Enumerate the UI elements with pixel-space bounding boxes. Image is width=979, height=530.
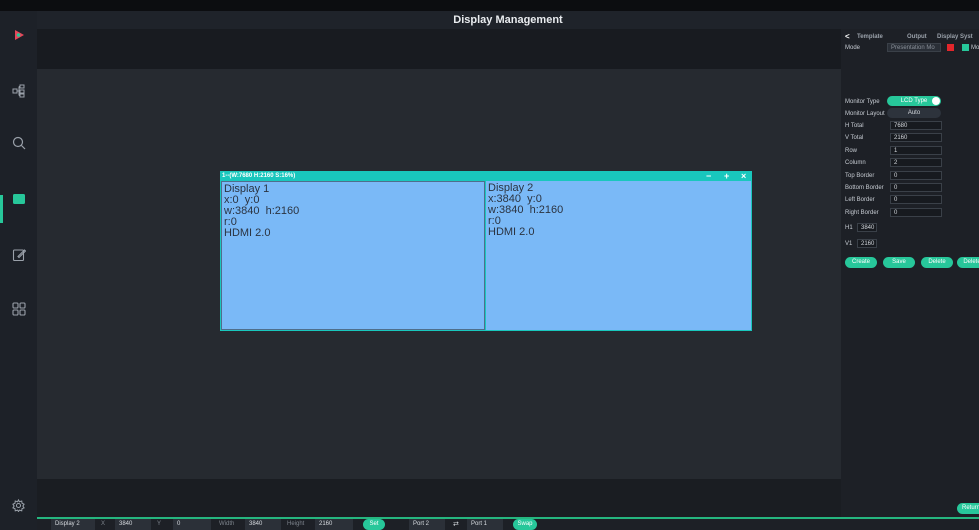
tab-template[interactable]: Template xyxy=(857,31,883,43)
set-button[interactable]: Set xyxy=(363,519,385,530)
v-total-input[interactable]: 2160 xyxy=(890,133,942,142)
width-label: Width xyxy=(219,521,235,527)
grid-icon[interactable] xyxy=(0,301,37,317)
tab-bar: < Template Output Display Syst xyxy=(841,31,979,43)
page-title: Display Management xyxy=(37,11,979,29)
column-input[interactable]: 2 xyxy=(890,158,942,167)
checkbox-icon[interactable] xyxy=(962,44,969,51)
field-label: Bottom Border xyxy=(845,185,884,191)
mo-label: Mo xyxy=(971,45,979,51)
lower-band xyxy=(37,479,841,517)
display-2-tile[interactable]: Display 2 x:3840 y:0 w:3840 h:2160 r:0 H… xyxy=(486,181,751,330)
monitor-layout-label: Monitor Layout xyxy=(845,111,885,117)
display-size: w:3840 h:2160 xyxy=(488,204,564,216)
field-label: Left Border xyxy=(845,197,875,203)
display-name: Display 1 xyxy=(224,183,270,195)
display-1-tile[interactable]: Display 1 x:0 y:0 w:3840 h:2160 r:0 HDMI… xyxy=(221,181,485,330)
swap-arrows-icon: ⇄ xyxy=(453,521,459,528)
field-label: Column xyxy=(845,160,866,166)
y-input[interactable]: 0 xyxy=(173,519,211,530)
display-icon[interactable] xyxy=(0,191,37,207)
monitor-type-value: LCD Type xyxy=(900,98,928,104)
top-border-input[interactable]: 0 xyxy=(890,171,942,180)
display-select[interactable]: Display 2 xyxy=(51,519,95,530)
row-input[interactable]: 1 xyxy=(890,146,942,155)
port-b-select[interactable]: Port 1 xyxy=(467,519,503,530)
minus-icon[interactable]: − xyxy=(706,171,711,181)
red-indicator-icon xyxy=(947,44,954,51)
width-input[interactable]: 3840 xyxy=(245,519,281,530)
display-port: HDMI 2.0 xyxy=(488,226,535,238)
field-label: V Total xyxy=(845,135,864,141)
monitor-type-label: Monitor Type xyxy=(845,99,880,105)
screen-window[interactable]: 1--(W:7680 H:2160 S:16%) − + × Display 1… xyxy=(220,171,752,331)
create-button[interactable]: Create xyxy=(845,257,877,268)
tab-display-system[interactable]: Display Syst xyxy=(937,31,973,43)
field-label: Row xyxy=(845,148,858,154)
edit-icon[interactable] xyxy=(0,247,37,263)
close-icon[interactable]: × xyxy=(741,171,746,181)
delete-all-button[interactable]: Delete xyxy=(957,257,979,268)
search-icon[interactable] xyxy=(0,135,37,151)
swap-button[interactable]: Swap xyxy=(513,519,537,530)
bottom-border-input[interactable]: 0 xyxy=(890,183,942,192)
mode-label: Mode xyxy=(845,45,861,51)
monitor-layout-select[interactable]: Auto xyxy=(887,108,941,118)
logo-play-icon[interactable] xyxy=(0,27,37,43)
right-border-input[interactable]: 0 xyxy=(890,208,942,217)
screen-header[interactable]: 1--(W:7680 H:2160 S:16%) xyxy=(220,171,752,181)
height-label: Height xyxy=(287,521,305,527)
h1-label: H1 xyxy=(845,225,853,231)
tab-output[interactable]: Output xyxy=(907,31,927,43)
return-button[interactable]: Return xyxy=(957,503,979,514)
bottom-toolbar: Display 2 X 3840 Y 0 Width 3840 Height 2… xyxy=(37,519,979,530)
monitor-type-toggle[interactable]: LCD Type xyxy=(887,96,941,106)
h1-input[interactable]: 3840 xyxy=(857,223,877,232)
y-label: Y xyxy=(157,521,162,527)
mode-select[interactable]: Presentation Mo xyxy=(887,43,941,52)
height-input[interactable]: 2160 xyxy=(315,519,353,530)
right-panel: < Template Output Display Syst Mode Pres… xyxy=(841,29,979,517)
field-label: Top Border xyxy=(845,173,875,179)
network-icon[interactable] xyxy=(0,83,37,99)
display-port: HDMI 2.0 xyxy=(224,227,271,239)
toggle-knob-icon xyxy=(932,97,940,105)
plus-icon[interactable]: + xyxy=(724,171,729,181)
h-total-input[interactable]: 7680 xyxy=(890,121,942,130)
port-a-select[interactable]: Port 2 xyxy=(409,519,445,530)
toolbar-band xyxy=(37,29,841,69)
delete-button[interactable]: Delete xyxy=(921,257,953,268)
field-label: H Total xyxy=(845,123,864,129)
v1-label: V1 xyxy=(845,241,853,247)
sidebar xyxy=(0,11,37,530)
gear-icon[interactable] xyxy=(0,497,37,513)
field-label: Right Border xyxy=(845,210,879,216)
x-label: X xyxy=(101,521,106,527)
back-icon[interactable]: < xyxy=(845,31,850,43)
v1-input[interactable]: 2160 xyxy=(857,239,877,248)
top-strip xyxy=(0,0,979,11)
display-size: w:3840 h:2160 xyxy=(224,205,300,217)
x-input[interactable]: 3840 xyxy=(115,519,151,530)
left-border-input[interactable]: 0 xyxy=(890,195,942,204)
save-button[interactable]: Save xyxy=(883,257,915,268)
